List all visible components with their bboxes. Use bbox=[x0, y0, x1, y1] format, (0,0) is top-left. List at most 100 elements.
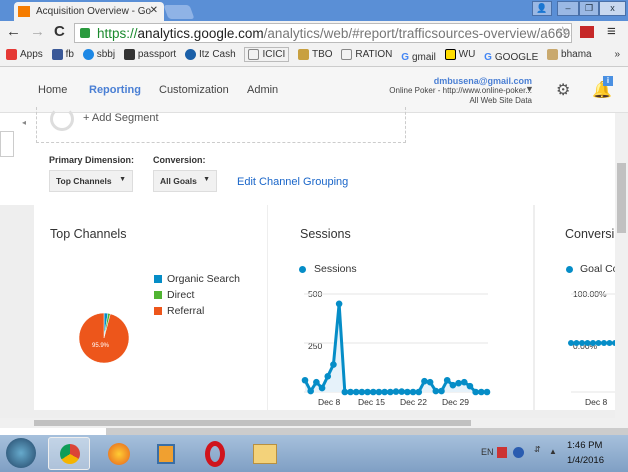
vertical-scrollbar[interactable] bbox=[615, 113, 628, 418]
address-bar[interactable]: https://analytics.google.com/analytics/w… bbox=[74, 23, 572, 43]
sessions-point bbox=[392, 388, 400, 395]
legend-organic-search[interactable]: Organic Search bbox=[154, 273, 240, 285]
forward-icon[interactable]: → bbox=[30, 23, 45, 40]
back-icon[interactable]: ← bbox=[6, 23, 21, 40]
channels-legend: Organic Search Direct Referral bbox=[154, 273, 240, 317]
sessions-card: Sessions Sessions 500 250 Dec 8 Dec 15 D… bbox=[268, 205, 533, 410]
network-icon[interactable]: ⇵ bbox=[534, 445, 541, 454]
chevron-down-icon: ▼ bbox=[119, 176, 126, 183]
conversions-card: Conversi Goal Co 100.00% 0.00% Dec 8 bbox=[535, 205, 615, 410]
extension-icon[interactable] bbox=[580, 26, 594, 38]
top-channels-card: Top Channels Organic Search Direct Refer… bbox=[34, 205, 267, 410]
facebook-icon bbox=[51, 49, 63, 60]
help-tray-icon[interactable] bbox=[513, 447, 524, 458]
bookmark-fb[interactable]: fb bbox=[51, 49, 74, 60]
conversion-dropdown[interactable]: All Goals ▼ bbox=[153, 170, 217, 192]
sessions-point bbox=[404, 388, 411, 396]
clock-date[interactable]: 1/4/2016 bbox=[567, 455, 604, 466]
legend-referral[interactable]: Referral bbox=[154, 305, 240, 317]
account-view: All Web Site Data bbox=[469, 96, 532, 105]
bookmark-label: GOOGLE bbox=[494, 52, 539, 63]
sessions-point bbox=[375, 388, 383, 396]
close-window-button[interactable]: x bbox=[599, 1, 626, 16]
media-player-icon[interactable] bbox=[157, 444, 175, 464]
collapse-arrow-icon[interactable]: ◂ bbox=[22, 118, 26, 127]
nav-customization[interactable]: Customization bbox=[159, 84, 229, 96]
bookmark-sbbj[interactable]: sbbj bbox=[82, 49, 115, 60]
browser-tab[interactable]: Acquisition Overview - Go ✕ bbox=[14, 2, 164, 21]
bookmark-passport[interactable]: passport bbox=[123, 49, 177, 60]
language-indicator[interactable]: EN bbox=[481, 447, 494, 457]
opera-icon[interactable] bbox=[205, 441, 225, 467]
firefox-icon[interactable] bbox=[108, 443, 130, 465]
sessions-point bbox=[426, 378, 434, 386]
bookmark-star-icon[interactable]: ☆ bbox=[556, 23, 569, 41]
bookmark-wu[interactable]: WU bbox=[444, 49, 476, 60]
add-segment-button[interactable]: + Add Segment bbox=[83, 112, 159, 124]
collapse-sidebar-handle[interactable] bbox=[0, 131, 14, 157]
tray-app-icon[interactable] bbox=[497, 447, 507, 458]
bhama-icon bbox=[547, 49, 559, 60]
nav-home[interactable]: Home bbox=[38, 84, 67, 96]
start-button[interactable] bbox=[6, 438, 36, 468]
sessions-point bbox=[478, 388, 485, 396]
nav-admin[interactable]: Admin bbox=[247, 84, 278, 96]
menu-icon[interactable]: ≡ bbox=[607, 23, 616, 40]
primary-dimension-label: Primary Dimension: bbox=[49, 155, 135, 165]
url-host: analytics.google.com bbox=[137, 26, 264, 41]
sessions-point bbox=[369, 388, 377, 396]
show-hidden-icons[interactable]: ▲ bbox=[549, 447, 557, 456]
clock-time[interactable]: 1:46 PM bbox=[567, 440, 602, 451]
h-scrollbar-thumb[interactable] bbox=[34, 420, 471, 426]
bookmark-label: TBO bbox=[312, 49, 333, 60]
legend-direct[interactable]: Direct bbox=[154, 289, 240, 301]
reload-icon[interactable]: C bbox=[54, 23, 65, 40]
x-tick-dec-8: Dec 8 bbox=[318, 397, 341, 407]
itz-cash-icon bbox=[184, 49, 196, 60]
bookmark-icici[interactable]: ICICI bbox=[244, 47, 290, 62]
more-bookmarks-button[interactable]: » bbox=[614, 49, 620, 60]
profile-icon[interactable]: 👤 bbox=[532, 1, 552, 16]
bookmark-tbo[interactable]: TBO bbox=[298, 49, 333, 60]
goal-point bbox=[601, 340, 607, 346]
bookmark-itz-cash[interactable]: Itz Cash bbox=[184, 49, 236, 60]
account-dropdown-icon[interactable]: ▼ bbox=[525, 84, 534, 94]
chevron-down-icon: ▼ bbox=[203, 176, 210, 183]
close-tab-icon[interactable]: ✕ bbox=[150, 5, 158, 16]
new-tab-button[interactable] bbox=[163, 5, 195, 19]
sessions-point bbox=[443, 376, 451, 384]
taskbar-chrome[interactable] bbox=[48, 437, 90, 470]
restore-button[interactable]: ❐ bbox=[579, 1, 599, 16]
bookmark-ration[interactable]: RATION bbox=[341, 49, 392, 60]
x-tick-dec-29: Dec 29 bbox=[442, 397, 469, 407]
sessions-point bbox=[460, 378, 468, 386]
nav-reporting[interactable]: Reporting bbox=[89, 84, 141, 96]
account-selector[interactable]: dmbusena@gmail.com Online Poker - http:/… bbox=[389, 76, 532, 106]
bookmark-gmail[interactable]: Ggmail bbox=[401, 52, 436, 63]
bookmark-label: WU bbox=[458, 49, 476, 60]
url-path: /analytics/web/#report/trafficsources-ov… bbox=[263, 26, 572, 41]
bookmark-bhama[interactable]: bhama bbox=[547, 49, 592, 60]
sessions-area bbox=[305, 303, 487, 392]
scrollbar-thumb[interactable] bbox=[617, 163, 626, 233]
file-explorer-icon[interactable] bbox=[253, 444, 277, 464]
x-tick-dec-22: Dec 22 bbox=[400, 397, 427, 407]
bookmark-label: passport bbox=[137, 49, 177, 60]
legend-swatch bbox=[154, 275, 162, 283]
sessions-point bbox=[318, 384, 326, 392]
sessions-point bbox=[301, 376, 309, 384]
primary-dimension-dropdown[interactable]: Top Channels ▼ bbox=[49, 170, 133, 192]
tab-title: Acquisition Overview - Go bbox=[36, 6, 152, 17]
bookmark-apps[interactable]: Apps bbox=[6, 49, 43, 60]
bookmark-google[interactable]: G GOOGLE bbox=[484, 52, 538, 63]
edit-channel-grouping-link[interactable]: Edit Channel Grouping bbox=[237, 176, 348, 188]
gear-icon[interactable]: ⚙ bbox=[556, 80, 570, 100]
sessions-point bbox=[341, 388, 349, 396]
google-icon: G bbox=[401, 52, 409, 63]
minimize-button[interactable]: – bbox=[557, 1, 579, 16]
sessions-point bbox=[455, 379, 462, 387]
passport-icon bbox=[123, 49, 135, 60]
horizontal-scrollbar[interactable] bbox=[0, 418, 628, 428]
bookmark-label: Apps bbox=[20, 49, 43, 60]
legend-swatch bbox=[154, 291, 162, 299]
